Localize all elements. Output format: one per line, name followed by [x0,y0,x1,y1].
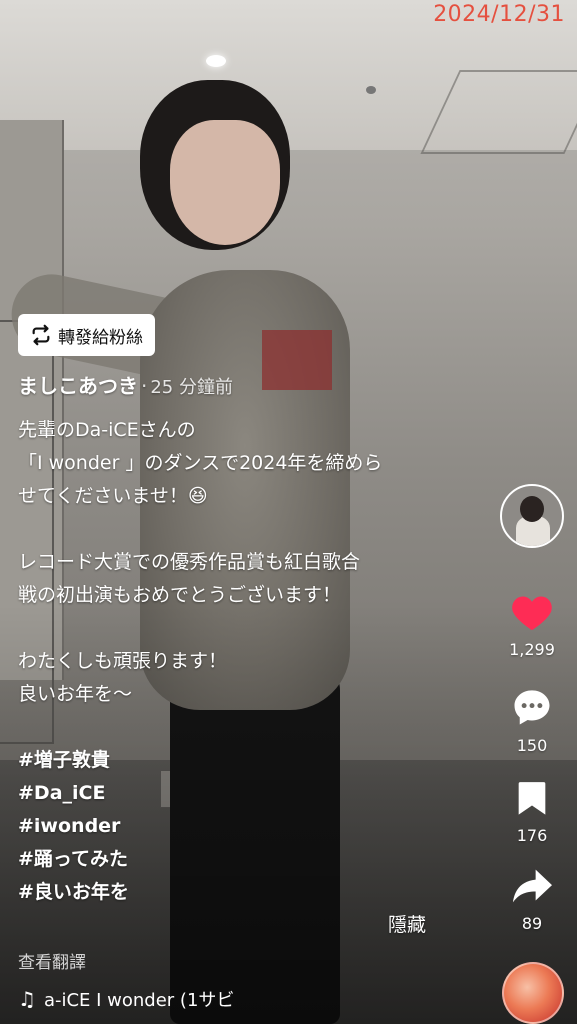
caption-line: 「I wonder 」のダンスで2024年を締めら [18,452,383,474]
date-stamp: 2024/12/31 [433,2,565,27]
shirt-print [262,330,332,390]
repost-to-fans-button[interactable]: 轉發給粉絲 [18,314,155,356]
music-info[interactable]: ♫ a-iCE I wonder (1サビ [18,986,234,1012]
repost-icon [30,324,52,346]
repost-label: 轉發給粉絲 [58,327,143,348]
post-time: 25 分鐘前 [150,377,233,398]
caption-line: せてくださいませ！😆 [18,485,208,507]
caption-line: レコード大賞での優秀作品賞も紅白歌合 [18,551,361,573]
music-title: a-iCE I wonder (1サビ [43,990,235,1011]
favorite-count: 176 [516,826,548,845]
music-note-icon: ♫ [18,987,36,1011]
music-disc-icon[interactable] [502,962,564,1024]
ceiling-light [206,55,226,67]
separator: · [141,374,148,398]
caption-line: 良いお年を〜 [18,683,133,705]
comment-button[interactable]: 150 [500,686,564,755]
share-button[interactable]: 89 [500,866,564,933]
caption: 先輩のDa-iCEさんの 「I wonder 」のダンスで2024年を締めら せ… [18,414,458,909]
share-count: 89 [521,914,543,933]
share-arrow-icon [510,866,554,910]
heart-icon [510,592,554,636]
favorite-button[interactable]: 176 [500,778,564,845]
hashtag-link[interactable]: #良いお年を [18,876,458,909]
author-line[interactable]: ましこあつき · 25 分鐘前 [18,370,233,399]
dancer-face [170,120,280,245]
see-translation-button[interactable]: 查看翻譯 [18,948,86,973]
hashtag-link[interactable]: #踊ってみた [18,843,458,876]
author-avatar[interactable] [500,484,564,548]
hashtag-link[interactable]: #iwonder [18,810,458,843]
caption-line: 先輩のDa-iCEさんの [18,419,196,441]
comment-count: 150 [516,736,548,755]
ceiling-fixture [366,86,376,94]
like-count: 1,299 [509,640,555,659]
bookmark-icon [514,778,550,822]
like-button[interactable]: 1,299 [500,592,564,659]
hashtag-link[interactable]: #Da_iCE [18,777,458,810]
author-name[interactable]: ましこあつき [18,374,138,398]
comment-icon [510,686,554,732]
hide-caption-button[interactable]: 隱藏 [388,910,426,937]
caption-line: わたくしも頑張ります！ [18,650,228,672]
caption-line: 戦の初出演もおめでとうございます！ [18,584,342,606]
hashtag-link[interactable]: #増子敦貴 [18,744,458,777]
